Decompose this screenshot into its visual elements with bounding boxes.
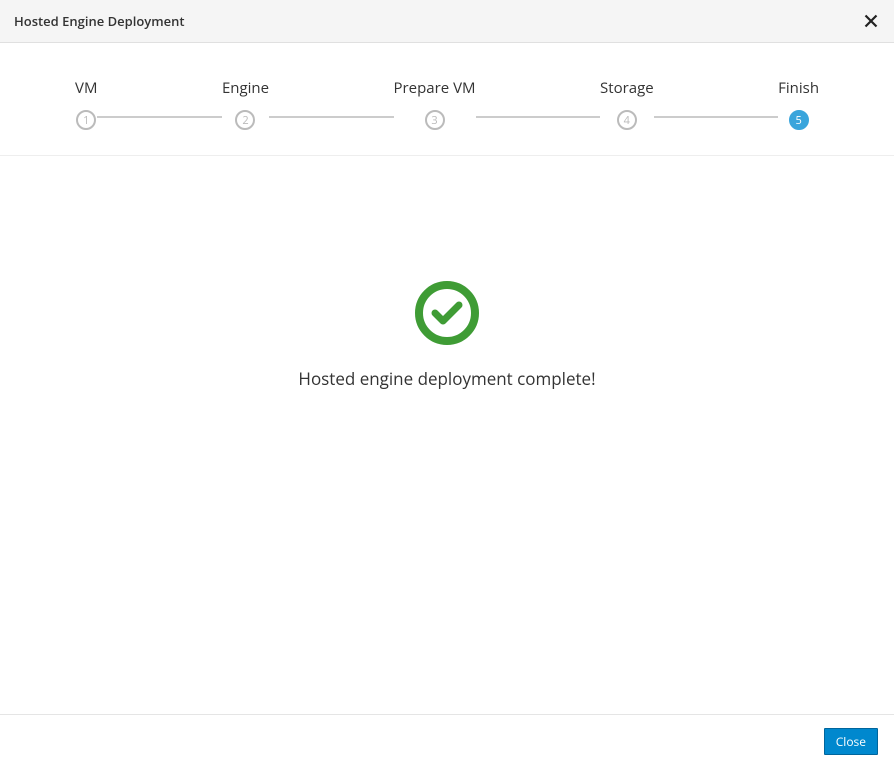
dialog-title: Hosted Engine Deployment (14, 12, 185, 30)
step-label: Prepare VM (394, 78, 476, 98)
wizard-steps: VM 1 Engine 2 Prepare VM 3 Storage 4 Fin… (0, 43, 894, 156)
step-connector (476, 116, 601, 118)
step-number: 5 (789, 110, 809, 130)
step-number: 1 (76, 110, 96, 130)
success-message: Hosted engine deployment complete! (298, 367, 595, 390)
step-number: 2 (235, 110, 255, 130)
step-finish[interactable]: Finish 5 (778, 78, 819, 130)
step-prepare-vm[interactable]: Prepare VM 3 (394, 78, 476, 130)
step-label: Finish (778, 78, 819, 98)
step-number: 3 (425, 110, 445, 130)
dialog-footer: Close (0, 714, 894, 768)
step-label: Engine (222, 78, 269, 98)
step-number: 4 (617, 110, 637, 130)
success-check-icon (415, 281, 479, 345)
step-storage[interactable]: Storage 4 (600, 78, 654, 130)
close-button[interactable]: Close (824, 728, 878, 755)
step-connector (269, 116, 394, 118)
step-connector (654, 116, 779, 118)
dialog-header: Hosted Engine Deployment (0, 0, 894, 43)
close-icon[interactable] (864, 14, 878, 28)
step-connector (97, 116, 222, 118)
step-engine[interactable]: Engine 2 (222, 78, 269, 130)
step-label: Storage (600, 78, 654, 98)
step-vm[interactable]: VM 1 (75, 78, 97, 130)
dialog-content: Hosted engine deployment complete! (0, 156, 894, 714)
step-label: VM (75, 78, 97, 98)
